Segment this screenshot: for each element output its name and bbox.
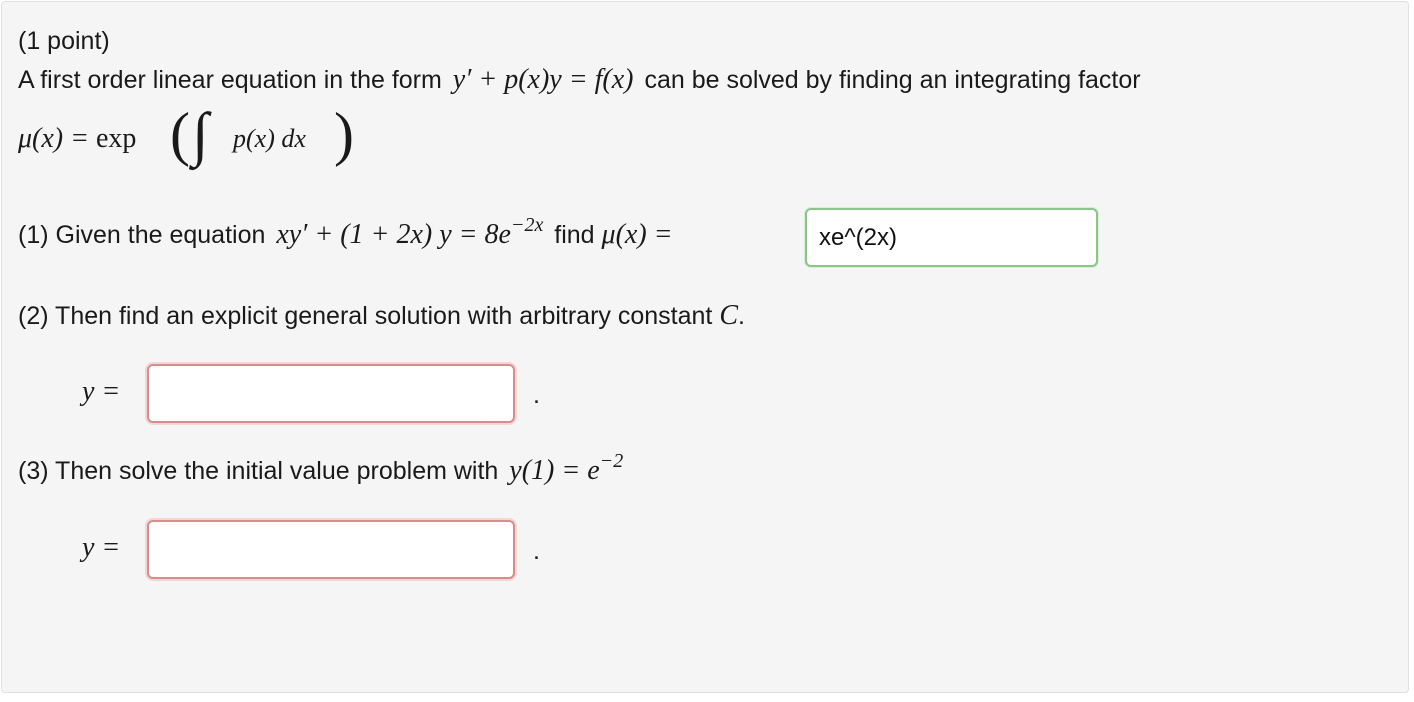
q3-condition: y(1) = e: [509, 455, 600, 486]
mu-lhs: μ(x) =: [18, 123, 90, 154]
integral-sign: ∫: [192, 101, 209, 167]
q2-period: .: [738, 302, 745, 330]
points-label: (1 point): [18, 27, 110, 55]
q2-answer-input[interactable]: [147, 364, 515, 423]
intro-form-math: y′ + p(x)y = f(x): [452, 64, 634, 95]
intro-line: A first order linear equation in the for…: [18, 66, 1141, 94]
q1-find: find: [554, 221, 595, 249]
right-big-paren: ): [334, 101, 354, 167]
left-big-paren: (: [170, 101, 190, 167]
mu-definition: μ(x) = exp: [18, 125, 136, 153]
q1-exponent: −2x: [510, 214, 544, 236]
q2-line: (2) Then find an explicit general soluti…: [18, 302, 745, 330]
q3-y-label: y =: [82, 532, 121, 563]
mu-integrand: p(x) dx: [233, 124, 306, 153]
q2-y-label: y =: [82, 376, 121, 407]
q3-trailing-period: .: [533, 537, 540, 565]
q3-prefix: (3) Then solve the initial value problem…: [18, 457, 499, 485]
q2-prefix: (2) Then find an explicit general soluti…: [18, 302, 713, 330]
intro-text-after: can be solved by finding an integrating …: [644, 66, 1141, 94]
mu-exp: exp: [95, 123, 137, 154]
q1-line: (1) Given the equation xy′ + (1 + 2x) y …: [18, 215, 673, 250]
problem-panel: [1, 1, 1409, 693]
q1-prefix: (1) Given the equation: [18, 221, 266, 249]
q1-equation: xy′ + (1 + 2x) y = 8e: [276, 219, 511, 250]
q3-exponent: −2: [599, 450, 624, 472]
intro-text-before: A first order linear equation in the for…: [18, 66, 442, 94]
q3-line: (3) Then solve the initial value problem…: [18, 451, 623, 486]
q1-mu-label: μ(x) =: [601, 219, 673, 250]
q3-answer-input[interactable]: [147, 520, 515, 579]
q2-trailing-period: .: [533, 381, 540, 409]
q1-answer-input[interactable]: xe^(2x): [805, 208, 1098, 267]
q2-constant: C: [719, 300, 738, 331]
